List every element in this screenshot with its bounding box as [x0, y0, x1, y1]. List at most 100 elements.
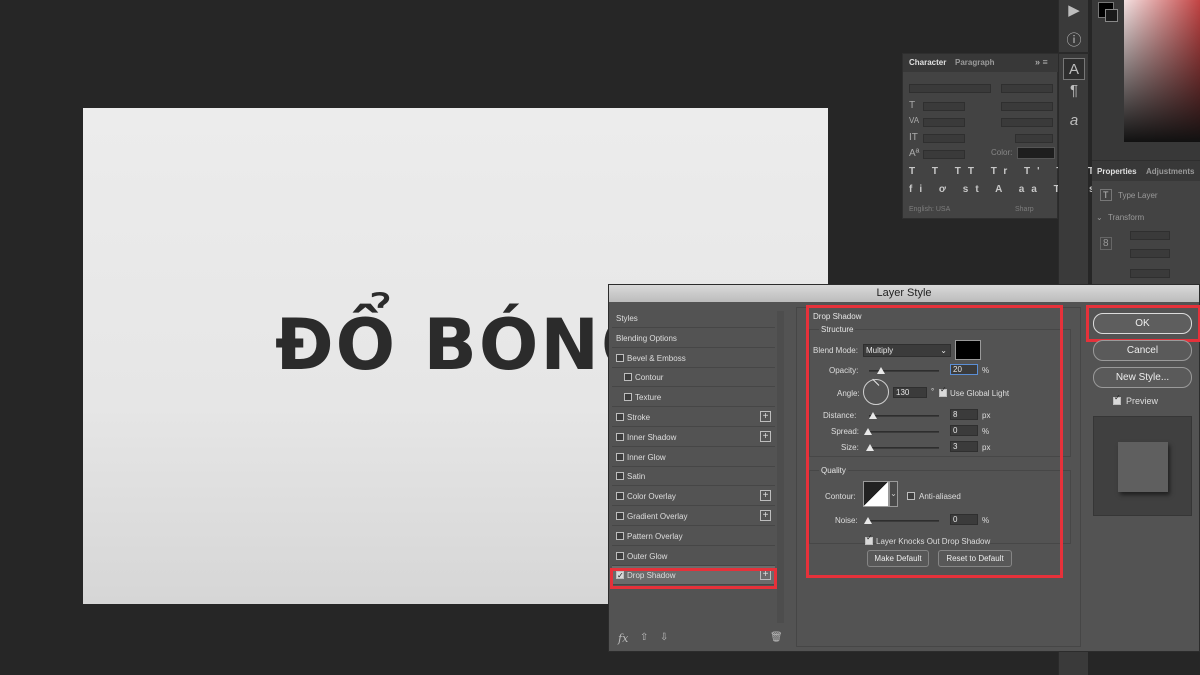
style-item-blending-options[interactable]: Blending Options [612, 329, 775, 348]
style-checkbox[interactable] [624, 393, 632, 402]
glyphs-icon[interactable]: a [1063, 110, 1085, 132]
vertical-scale-icon: IT [909, 132, 918, 143]
type-layer-icon: T [1100, 189, 1112, 201]
style-checkbox[interactable] [616, 472, 624, 481]
style-checkbox[interactable] [624, 373, 632, 382]
kerning-icon: VA [909, 116, 920, 125]
style-checkbox[interactable] [616, 353, 624, 362]
style-item-label: Styles [616, 314, 638, 323]
play-icon[interactable]: ▶ [1063, 0, 1085, 22]
style-item-outer-glow[interactable]: Outer Glow [612, 547, 775, 566]
style-item-label: Texture [635, 393, 662, 403]
color-label: Color: [991, 148, 1013, 157]
preview-checkbox[interactable] [1113, 393, 1121, 405]
trash-icon[interactable]: 🗑 [770, 632, 783, 643]
antialias-select[interactable]: Sharp [1015, 206, 1034, 213]
settings-highlight [806, 305, 1063, 578]
style-item-inner-glow[interactable]: Inner Glow [612, 448, 775, 467]
info-icon[interactable]: ⓘ [1063, 30, 1085, 52]
styles-list-scrollbar[interactable] [777, 311, 784, 623]
style-item-bevel-emboss[interactable]: Bevel & Emboss [612, 349, 775, 368]
layer-type-label: Type Layer [1118, 191, 1158, 200]
style-item-label: Blending Options [616, 333, 677, 343]
canvas-text-layer[interactable]: ĐỔ BÓNG [275, 304, 660, 386]
link-icon[interactable]: 8 [1100, 237, 1112, 250]
text-color-swatch[interactable] [1017, 147, 1055, 159]
tab-paragraph[interactable]: Paragraph [955, 58, 995, 67]
style-checkbox[interactable] [616, 492, 624, 501]
style-item-label: Color Overlay [627, 492, 676, 502]
style-item-label: Stroke [627, 413, 651, 422]
font-family-field[interactable] [909, 84, 991, 93]
dialog-title: Layer Style [609, 285, 1199, 302]
style-checkbox[interactable] [616, 512, 624, 520]
style-checkbox[interactable] [616, 413, 624, 421]
language-select[interactable]: English: USA [909, 206, 950, 213]
ok-highlight [1086, 305, 1200, 342]
move-up-icon[interactable]: ⇧ [640, 632, 648, 643]
add-style-icon[interactable]: + [760, 490, 771, 502]
style-item-contour[interactable]: Contour [612, 368, 775, 388]
style-item-label: Inner Shadow [627, 432, 677, 442]
style-item-label: Bevel & Emboss [627, 353, 686, 363]
style-item-label: Contour [635, 373, 664, 383]
style-item-pattern-overlay[interactable]: Pattern Overlay [612, 527, 775, 546]
style-item-label: Gradient Overlay [627, 512, 688, 521]
background-color-swatch[interactable] [1105, 9, 1118, 22]
move-down-icon[interactable]: ⇩ [660, 632, 668, 643]
layer-style-dialog: Layer Style Styles Blending Options Bevel … [608, 284, 1200, 652]
tool-strip-divider [1059, 52, 1089, 54]
transform-section-toggle[interactable]: ⌄ [1096, 213, 1103, 222]
style-item-label: Inner Glow [627, 452, 666, 462]
style-item-stroke[interactable]: Stroke + [612, 408, 775, 427]
cancel-button[interactable]: Cancel [1093, 340, 1192, 361]
style-preview-box [1093, 416, 1192, 516]
leading-field[interactable] [1001, 102, 1053, 111]
properties-panel-tabs: Properties Adjustments [1092, 161, 1200, 181]
add-style-icon[interactable]: + [760, 430, 771, 442]
style-item-styles[interactable]: Styles [612, 309, 775, 328]
color-picker-field[interactable] [1124, 0, 1200, 142]
height-field[interactable] [1130, 249, 1170, 258]
style-checkbox[interactable] [616, 551, 624, 560]
style-item-label: Pattern Overlay [627, 531, 683, 541]
character-icon[interactable]: A [1063, 58, 1085, 80]
baseline-shift-field[interactable] [923, 150, 965, 159]
horizontal-scale-field[interactable] [1015, 134, 1053, 143]
style-preview-swatch [1118, 442, 1168, 492]
paragraph-icon[interactable]: ¶ [1063, 80, 1085, 102]
vertical-scale-field[interactable] [923, 134, 965, 143]
color-panel [1092, 0, 1200, 160]
drop-shadow-highlight [610, 568, 777, 589]
font-style-field[interactable] [1001, 84, 1053, 93]
angle-field[interactable] [1130, 269, 1170, 278]
fx-menu-button[interactable]: fx [618, 632, 628, 645]
font-size-field[interactable] [923, 102, 965, 111]
new-style-button[interactable]: New Style... [1093, 367, 1192, 388]
baseline-shift-icon: Aª [909, 148, 920, 159]
style-item-inner-shadow[interactable]: Inner Shadow + [612, 428, 775, 447]
tracking-field[interactable] [1001, 118, 1053, 127]
style-checkbox[interactable] [616, 531, 624, 540]
style-item-texture[interactable]: Texture [612, 388, 775, 408]
add-style-icon[interactable]: + [760, 411, 771, 422]
properties-panel: Properties Adjustments T Type Layer ⌄ Tr… [1092, 160, 1200, 290]
preview-label: Preview [1126, 396, 1159, 406]
style-item-gradient-overlay[interactable]: Gradient Overlay + [612, 507, 775, 526]
style-item-satin[interactable]: Satin [612, 467, 775, 487]
tab-adjustments[interactable]: Adjustments [1146, 167, 1194, 176]
tab-character[interactable]: Character [909, 58, 946, 67]
width-field[interactable] [1130, 231, 1170, 240]
style-checkbox[interactable] [616, 432, 624, 441]
kerning-field[interactable] [923, 118, 965, 127]
style-item-label: Satin [627, 472, 646, 482]
panel-menu-icon[interactable]: » ≡ [1035, 57, 1048, 67]
tab-properties[interactable]: Properties [1097, 167, 1137, 176]
transform-section-title: Transform [1108, 213, 1145, 222]
add-style-icon[interactable]: + [760, 510, 771, 521]
font-size-icon: T [909, 100, 916, 111]
style-checkbox[interactable] [616, 452, 624, 461]
styles-list-toolbar: fx ⇧ ⇩ 🗑 [612, 630, 783, 648]
style-item-label: Outer Glow [627, 551, 668, 561]
style-item-color-overlay[interactable]: Color Overlay + [612, 487, 775, 507]
